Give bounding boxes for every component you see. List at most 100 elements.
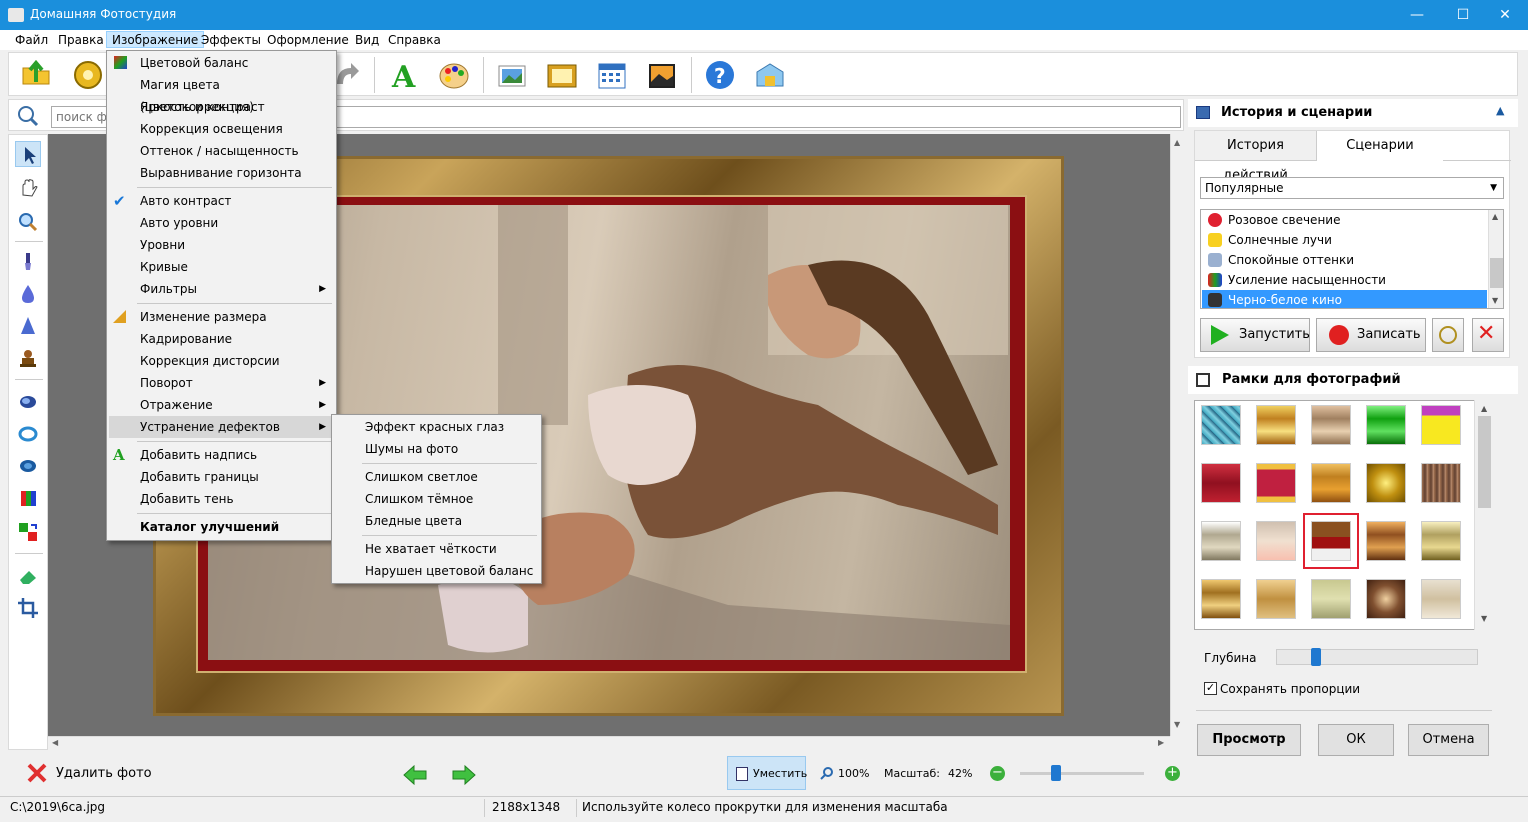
list-item[interactable]: Черно-белое кино	[1202, 290, 1487, 308]
menu-image[interactable]: Изображение	[106, 31, 205, 48]
scenario-list[interactable]: Розовое свечение Солнечные лучи Спокойны…	[1200, 209, 1504, 309]
zoom-100-button[interactable]: 100%	[838, 767, 869, 780]
calendar-icon[interactable]	[595, 58, 629, 92]
list-item[interactable]: Спокойные оттенки	[1202, 250, 1487, 270]
menu-item-add-borders[interactable]: Добавить границы	[109, 466, 334, 488]
frame-swatch-selected[interactable]	[1303, 513, 1359, 569]
dodge-tool-icon[interactable]	[15, 389, 41, 415]
sharpen-tool-icon[interactable]	[15, 313, 41, 339]
menu-item-resize[interactable]: Изменение размера	[109, 306, 334, 328]
list-item[interactable]: Розовое свечение	[1202, 210, 1487, 230]
frame-swatch[interactable]	[1201, 405, 1241, 445]
menu-item-distortion-correction[interactable]: Коррекция дисторсии	[109, 350, 334, 372]
record-button[interactable]: Записать	[1316, 318, 1426, 352]
palette-icon[interactable]	[437, 58, 471, 92]
zoom-in-icon[interactable]: +	[1165, 766, 1180, 781]
menu-item-curves[interactable]: Кривые	[109, 256, 334, 278]
submenu-item-too-light[interactable]: Слишком светлое	[334, 466, 539, 488]
menu-item-brightness-contrast[interactable]: Яркость и контраст	[109, 96, 334, 118]
frame-swatch[interactable]	[1256, 579, 1296, 619]
frames-scrollbar[interactable]: ▲ ▼	[1474, 400, 1494, 630]
frame-swatch[interactable]	[1256, 521, 1296, 561]
frame-icon[interactable]	[545, 58, 579, 92]
menu-item-color-magic[interactable]: Магия цвета (цветокоррекция)	[109, 74, 334, 114]
menu-item-hue-saturation[interactable]: Оттенок / насыщенность	[109, 140, 334, 162]
eyedropper-tool-icon[interactable]	[15, 249, 41, 275]
blur-tool-icon[interactable]	[15, 281, 41, 307]
list-scrollbar[interactable]: ▲ ▼	[1488, 210, 1503, 308]
postcard-icon[interactable]	[645, 58, 679, 92]
next-photo-icon[interactable]	[451, 764, 477, 786]
cancel-button[interactable]: Отмена	[1408, 724, 1489, 756]
depth-slider[interactable]	[1276, 648, 1478, 666]
submenu-item-red-eye[interactable]: Эффект красных глаз	[334, 416, 539, 438]
zoom-slider[interactable]	[1020, 765, 1144, 781]
minimize-button[interactable]: —	[1394, 0, 1440, 30]
frame-swatch[interactable]	[1256, 463, 1296, 503]
tab-scenarios[interactable]: Сценарии	[1317, 131, 1443, 161]
menu-item-mirror[interactable]: Отражение ▶	[109, 394, 334, 416]
help-icon[interactable]: ?	[703, 58, 737, 92]
close-button[interactable]: ✕	[1482, 0, 1528, 30]
menu-item-fix-defects[interactable]: Устранение дефектов ▶	[109, 416, 334, 438]
sponge-tool-icon[interactable]	[15, 453, 41, 479]
horizontal-scrollbar[interactable]: ◀ ▶	[48, 736, 1170, 750]
frame-swatch[interactable]	[1366, 405, 1406, 445]
frame-swatch[interactable]	[1366, 463, 1406, 503]
zoom-tool-icon[interactable]	[15, 209, 41, 235]
menu-edit[interactable]: Правка	[53, 32, 109, 49]
eraser-tool-icon[interactable]	[15, 563, 41, 589]
menu-design[interactable]: Оформление	[262, 32, 354, 49]
zoom-out-icon[interactable]: −	[990, 766, 1005, 781]
stamp-tool-icon[interactable]	[15, 345, 41, 371]
zoom-slider-thumb[interactable]	[1051, 765, 1061, 781]
frame-swatch[interactable]	[1421, 405, 1461, 445]
edit-scenario-button[interactable]	[1432, 318, 1464, 352]
delete-icon[interactable]	[26, 762, 48, 784]
menu-item-add-text[interactable]: A Добавить надпись	[109, 444, 334, 466]
photo-effects-icon[interactable]	[495, 58, 529, 92]
collapse-icon[interactable]: ▲	[1496, 104, 1504, 117]
zoom-100-icon[interactable]	[820, 766, 834, 780]
delete-scenario-button[interactable]: ✕	[1472, 318, 1504, 352]
depth-slider-thumb[interactable]	[1311, 648, 1321, 666]
menu-item-levels[interactable]: Уровни	[109, 234, 334, 256]
submenu-item-noise[interactable]: Шумы на фото	[334, 438, 539, 460]
frame-swatch[interactable]	[1421, 463, 1461, 503]
menu-effects[interactable]: Эффекты	[196, 32, 266, 49]
menu-file[interactable]: Файл	[10, 32, 53, 49]
frame-swatch[interactable]	[1311, 405, 1351, 445]
delete-photo-button[interactable]: Удалить фото	[56, 766, 152, 781]
frame-swatch[interactable]	[1311, 463, 1351, 503]
menu-item-lighting-correction[interactable]: Коррекция освещения	[109, 118, 334, 140]
frame-swatch[interactable]	[1421, 521, 1461, 561]
frame-swatch[interactable]	[1201, 579, 1241, 619]
frame-swatch[interactable]	[1366, 579, 1406, 619]
about-icon[interactable]	[753, 58, 787, 92]
menu-help[interactable]: Справка	[383, 32, 446, 49]
frame-swatch[interactable]	[1366, 521, 1406, 561]
pointer-tool-icon[interactable]	[15, 141, 41, 167]
vertical-scrollbar[interactable]: ▲ ▼	[1170, 134, 1184, 736]
menu-item-filters[interactable]: Фильтры ▶	[109, 278, 334, 300]
run-button[interactable]: Запустить	[1200, 318, 1310, 352]
menu-item-rotate[interactable]: Поворот ▶	[109, 372, 334, 394]
keep-proportions-checkbox[interactable]: ✓	[1204, 682, 1217, 695]
frame-swatch[interactable]	[1256, 405, 1296, 445]
hand-tool-icon[interactable]	[15, 175, 41, 201]
frame-swatch[interactable]	[1311, 579, 1351, 619]
catalog-icon[interactable]	[71, 58, 105, 92]
ok-button[interactable]: ОК	[1318, 724, 1394, 756]
previous-photo-icon[interactable]	[402, 764, 428, 786]
menu-view[interactable]: Вид	[350, 32, 384, 49]
submenu-item-too-dark[interactable]: Слишком тёмное	[334, 488, 539, 510]
text-icon[interactable]: A	[387, 58, 421, 95]
submenu-item-color-balance-broken[interactable]: Нарушен цветовой баланс	[334, 560, 539, 582]
menu-item-add-shadow[interactable]: Добавить тень	[109, 488, 334, 510]
burn-tool-icon[interactable]	[15, 421, 41, 447]
open-icon[interactable]	[19, 58, 53, 92]
preview-button[interactable]: Просмотр	[1197, 724, 1301, 756]
menu-item-improvements-catalog[interactable]: Каталог улучшений	[109, 516, 334, 538]
tab-history[interactable]: История действий	[1195, 131, 1317, 183]
levels-tool-icon[interactable]	[15, 485, 41, 511]
